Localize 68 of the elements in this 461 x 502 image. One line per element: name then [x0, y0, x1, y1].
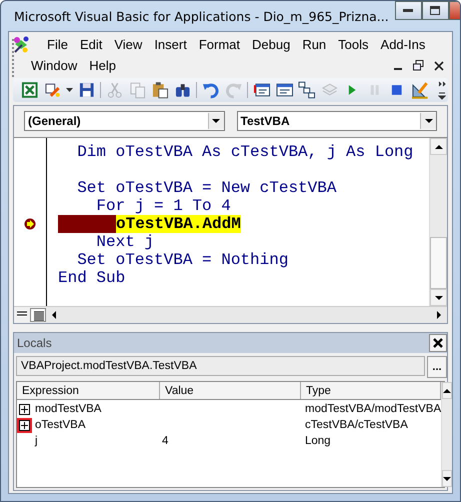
table-cell: j [35, 435, 38, 447]
plus-icon[interactable] [19, 404, 30, 414]
scroll-up-icon [443, 388, 452, 392]
dropdown-arrow-icon [424, 119, 432, 123]
menu-item[interactable]: Debug [246, 37, 296, 52]
menu-item[interactable]: Tools [332, 37, 375, 52]
menu-item[interactable]: Format [192, 37, 246, 52]
object-dropdown[interactable]: (General) [24, 111, 224, 131]
scroll-up-icon [434, 144, 442, 148]
window-title: Microsoft Visual Basic for Applications - Dio_m_965_Prizna... [14, 8, 389, 24]
save-icon[interactable] [78, 81, 96, 99]
form-icon[interactable] [253, 81, 271, 99]
table-cell: oTestVBA [35, 419, 86, 431]
find-icon[interactable] [174, 81, 192, 99]
menu-item[interactable]: Help [83, 58, 122, 73]
close-button[interactable] [429, 334, 447, 352]
design-icon[interactable] [410, 81, 428, 99]
caret-icon[interactable] [66, 88, 73, 92]
vertical-scrollbar[interactable] [441, 382, 452, 487]
code-line: End Sub [58, 269, 126, 287]
maximize-icon [430, 6, 440, 15]
dropdown-arrow-icon [212, 119, 220, 123]
column-header[interactable]: Type [301, 382, 442, 399]
code-line: Next j [95, 233, 154, 251]
close-icon [433, 338, 443, 348]
table-cell: Long [305, 435, 331, 447]
scroll-left-icon [52, 311, 56, 319]
paste-icon[interactable] [151, 81, 169, 99]
restore-icon[interactable] [413, 60, 424, 71]
column-header[interactable]: Value [160, 382, 301, 399]
procedure-dropdown[interactable]: TestVBA [236, 111, 437, 131]
table-cell: cTestVBA/cTestVBA [305, 419, 408, 431]
menu-item[interactable]: File [41, 37, 74, 52]
menu-item[interactable]: Window [25, 58, 84, 73]
column-header[interactable]: Expression [17, 382, 160, 399]
menu-item[interactable]: Add-Ins [374, 37, 432, 52]
maximize-button[interactable] [422, 1, 449, 20]
full-module-view-icon[interactable] [30, 308, 46, 322]
toolbar-options-icon[interactable] [438, 79, 446, 101]
table-cell: modTestVBA/modTestVBA [305, 403, 442, 415]
excel-icon[interactable] [21, 81, 38, 99]
panel-title: Locals [17, 336, 52, 350]
table-cell: 4 [162, 435, 168, 447]
code-line: Dim oTestVBA As cTestVBA, j As Long [76, 143, 414, 161]
menu-item[interactable]: Edit [74, 37, 108, 52]
context-field: VBAProject.modTestVBA.TestVBA [16, 356, 425, 376]
code-line: Set oTestVBA = Nothing [76, 251, 288, 269]
code-line: Set oTestVBA = New cTestVBA [76, 179, 336, 197]
code-line: For j = 1 To 4 [95, 197, 231, 215]
vertical-scrollbar[interactable] [429, 138, 447, 306]
undo-icon[interactable] [202, 81, 220, 99]
scroll-down-icon [434, 296, 442, 300]
minimize-icon [403, 8, 414, 12]
close-icon[interactable] [434, 60, 444, 70]
minimize-button[interactable] [394, 1, 422, 20]
scroll-down-icon [443, 476, 452, 480]
horizontal-scrollbar[interactable] [46, 307, 447, 323]
menu-item[interactable]: Insert [148, 37, 193, 52]
menu-item[interactable]: Run [296, 37, 332, 52]
breakpoint-highlight [58, 215, 116, 233]
table-cell: modTestVBA [35, 403, 102, 415]
menu-item[interactable]: View [108, 37, 148, 52]
tree-icon[interactable] [298, 81, 316, 99]
window-icon[interactable] [276, 81, 294, 99]
call-stack-button[interactable]: ... [427, 356, 447, 378]
insert-icon[interactable] [44, 81, 61, 99]
grip-icon [12, 38, 15, 78]
scroll-right-icon [437, 311, 441, 319]
